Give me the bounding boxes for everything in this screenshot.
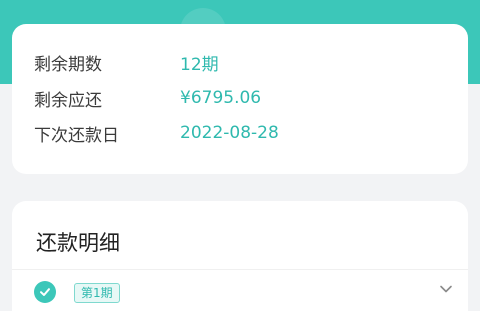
remaining-amount-row: 剩余应还 ¥6795.06 <box>34 83 261 113</box>
divider <box>12 269 468 270</box>
remaining-amount-label: 剩余应还 <box>34 90 102 111</box>
period-tag: 第1期 <box>74 283 120 303</box>
next-due-value: 2022-08-28 <box>180 123 279 143</box>
remaining-periods-label: 剩余期数 <box>34 54 102 75</box>
remaining-periods-row: 剩余期数 12期 <box>34 47 219 77</box>
remaining-amount-value: ¥6795.06 <box>180 88 262 108</box>
details-title: 还款明细 <box>36 231 120 255</box>
chevron-down-icon[interactable] <box>438 281 454 297</box>
repayment-details-card: 还款明细 第1期 <box>12 201 468 311</box>
loan-summary-card: 剩余期数 12期 剩余应还 ¥6795.06 下次还款日 2022-08-28 <box>12 24 468 174</box>
remaining-periods-value: 12期 <box>180 54 219 75</box>
next-due-label: 下次还款日 <box>34 125 119 146</box>
period-row[interactable]: 第1期 <box>34 279 454 305</box>
next-due-row: 下次还款日 2022-08-28 <box>34 118 279 148</box>
